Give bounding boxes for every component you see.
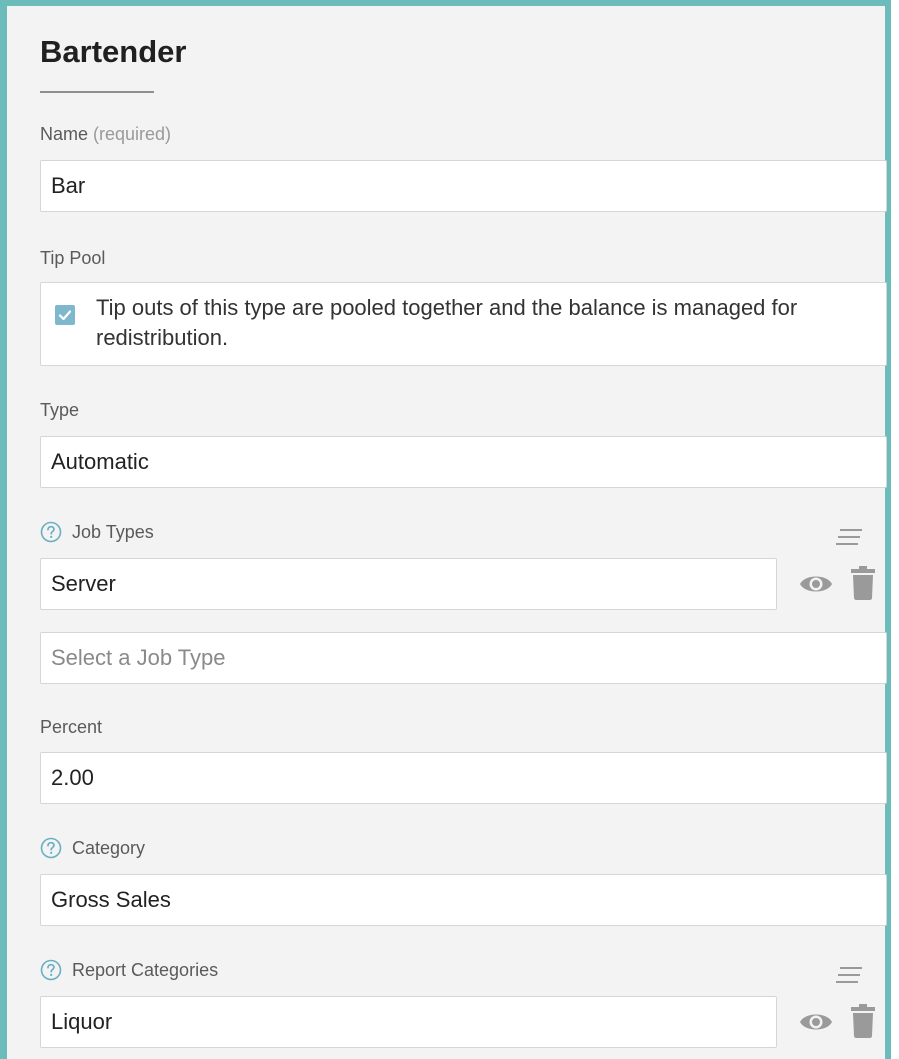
- question-circle-icon[interactable]: [40, 959, 62, 981]
- type-label-text: Type: [40, 400, 80, 420]
- question-circle-icon[interactable]: [40, 521, 62, 543]
- trash-icon[interactable]: [850, 566, 876, 600]
- name-label: Name (required): [40, 123, 171, 145]
- checkmark-icon: [58, 310, 72, 321]
- name-label-text: Name: [40, 124, 89, 144]
- report-categories-label-text: Report Categories: [72, 960, 219, 980]
- eye-icon[interactable]: [799, 572, 833, 596]
- report-category-input[interactable]: [40, 996, 777, 1048]
- select-job-type-input[interactable]: [40, 632, 887, 684]
- trash-icon[interactable]: [850, 1004, 876, 1038]
- name-required-hint: (required): [93, 124, 172, 144]
- tip-pool-description: Tip outs of this type are pooled togethe…: [96, 295, 798, 350]
- tip-pool-label: Tip Pool: [40, 247, 105, 269]
- title-underline: [40, 91, 154, 93]
- job-types-label: Job Types: [40, 521, 154, 543]
- eye-icon[interactable]: [799, 1010, 833, 1034]
- sort-lines-icon[interactable]: [834, 527, 864, 547]
- tip-pool-box: Tip outs of this type are pooled togethe…: [40, 282, 887, 366]
- tip-pool-checkbox[interactable]: [55, 305, 75, 325]
- category-select[interactable]: [40, 874, 887, 926]
- tip-pool-label-text: Tip Pool: [40, 248, 106, 268]
- type-select[interactable]: [40, 436, 887, 488]
- job-type-input[interactable]: [40, 558, 777, 610]
- tip-out-edit-panel: Bartender Name (required) Tip Pool Tip o…: [0, 0, 891, 1059]
- sort-lines-icon[interactable]: [834, 965, 864, 985]
- page-title: Bartender: [40, 34, 187, 69]
- category-label-text: Category: [72, 838, 146, 858]
- category-label: Category: [40, 837, 145, 859]
- job-types-label-text: Job Types: [72, 522, 154, 542]
- question-circle-icon[interactable]: [40, 837, 62, 859]
- name-input[interactable]: [40, 160, 887, 212]
- type-label: Type: [40, 399, 79, 421]
- percent-label: Percent: [40, 716, 102, 738]
- percent-input[interactable]: [40, 752, 887, 804]
- percent-label-text: Percent: [40, 717, 103, 737]
- report-categories-label: Report Categories: [40, 959, 218, 981]
